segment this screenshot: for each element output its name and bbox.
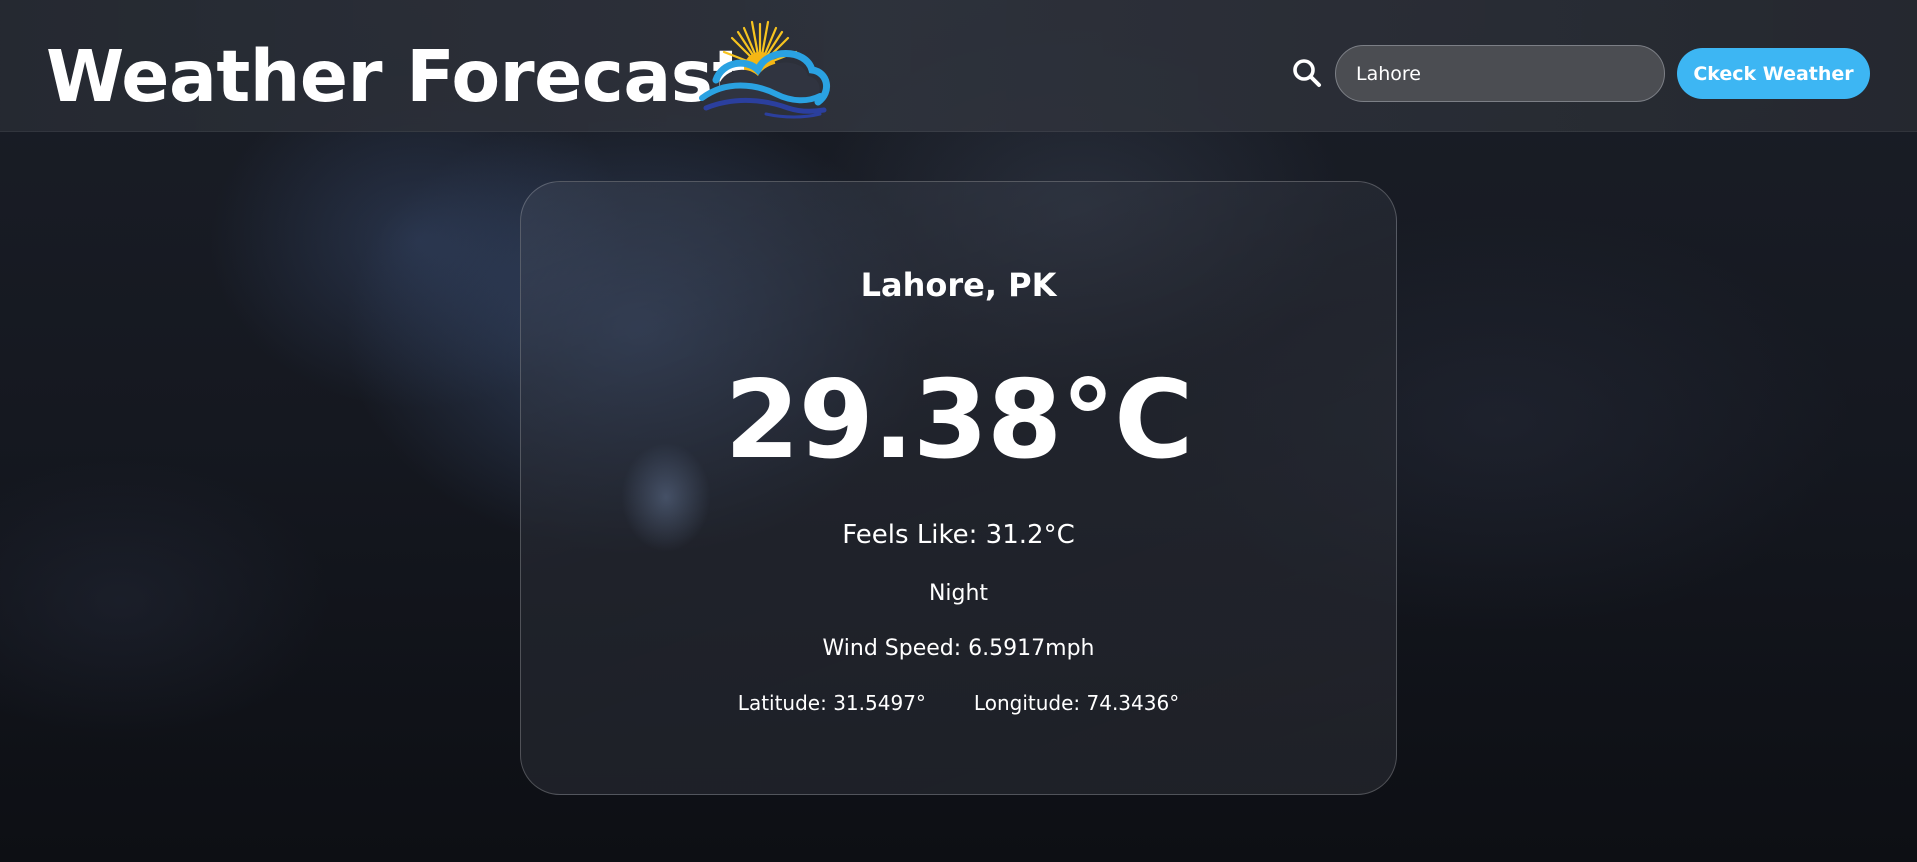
weather-card: Lahore, PK 29.38°C Feels Like: 31.2°C Ni… (520, 181, 1397, 795)
city-search-input[interactable] (1335, 45, 1665, 102)
sun-cloud-logo-icon (699, 20, 830, 119)
coordinates-row: Latitude: 31.5497° Longitude: 74.3436° (521, 689, 1396, 717)
temperature-value: 29.38°C (724, 358, 1194, 483)
search-icon[interactable] (1291, 57, 1323, 89)
check-weather-button[interactable]: Ckeck Weather (1677, 48, 1870, 99)
feels-like-label: Feels Like: 31.2°C (842, 520, 1075, 550)
longitude-label: Longitude: 74.3436° (973, 691, 1180, 715)
app-title: Weather Forecast (46, 35, 747, 118)
location-label: Lahore, PK (860, 266, 1057, 304)
condition-label: Night (928, 581, 989, 606)
wind-speed-label: Wind Speed: 6.5917mph (822, 636, 1095, 661)
latitude-label: Latitude: 31.5497° (737, 691, 926, 715)
header-bar: Weather Forecast Ckeck Weather (0, 0, 1917, 132)
